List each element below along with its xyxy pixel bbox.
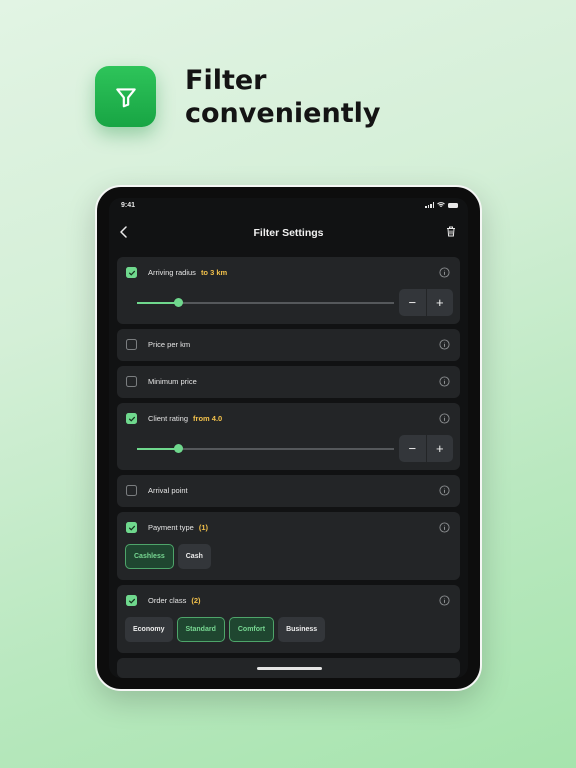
hero-title-line-2: conveniently bbox=[185, 98, 381, 129]
order-class-count: (2) bbox=[191, 596, 201, 605]
battery-icon bbox=[448, 202, 458, 208]
checkmark-icon bbox=[128, 416, 135, 422]
option-standard[interactable]: Standard bbox=[176, 617, 225, 642]
info-icon[interactable] bbox=[439, 413, 450, 424]
slider-thumb[interactable] bbox=[173, 444, 183, 453]
wifi-icon bbox=[437, 202, 445, 207]
info-icon[interactable] bbox=[439, 339, 450, 350]
arrival-point-checkbox[interactable] bbox=[126, 485, 137, 496]
info-icon[interactable] bbox=[439, 595, 450, 606]
client-rating-label: Client rating bbox=[148, 414, 189, 423]
navigation-bar: Filter Settings bbox=[109, 214, 468, 250]
info-icon[interactable] bbox=[439, 522, 450, 533]
option-business[interactable]: Business bbox=[278, 617, 326, 642]
hero-title: Filter conveniently bbox=[185, 64, 445, 130]
arrival-point-label: Arrival point bbox=[148, 486, 188, 495]
payment-type-label: Payment type bbox=[148, 523, 194, 532]
checkmark-icon bbox=[128, 525, 135, 531]
payment-type-count: (1) bbox=[198, 523, 209, 532]
filter-list: Arriving radius to 3 km − + Price per km… bbox=[117, 257, 460, 678]
option-comfort[interactable]: Comfort bbox=[228, 617, 275, 642]
home-indicator bbox=[257, 667, 322, 670]
filter-arrival-point[interactable]: Arrival point bbox=[117, 475, 460, 507]
filter-client-rating: Client rating from 4.0 − + bbox=[117, 403, 460, 470]
status-time: 9:41 bbox=[121, 202, 136, 209]
arriving-radius-checkbox[interactable] bbox=[126, 267, 137, 278]
client-rating-checkbox[interactable] bbox=[126, 413, 137, 424]
filter-price-per-km[interactable]: Price per km bbox=[117, 329, 460, 361]
price-per-km-checkbox[interactable] bbox=[126, 339, 137, 350]
filter-minimum-price[interactable]: Minimum price bbox=[117, 366, 460, 398]
price-per-km-label: Price per km bbox=[148, 340, 191, 349]
tablet-frame: 9:41 Filter Settings Arriving radius to … bbox=[95, 185, 482, 691]
client-rating-value: from 4.0 bbox=[193, 414, 223, 423]
filter-funnel-icon bbox=[115, 87, 136, 107]
minimum-price-label: Minimum price bbox=[148, 377, 197, 386]
increase-button[interactable]: + bbox=[427, 289, 454, 316]
payment-type-options: Cashless Cash bbox=[117, 544, 460, 580]
status-bar: 9:41 bbox=[109, 198, 468, 214]
checkmark-icon bbox=[128, 270, 135, 276]
arriving-radius-stepper: − + bbox=[399, 289, 453, 316]
decrease-button[interactable]: − bbox=[399, 435, 426, 462]
client-rating-slider[interactable] bbox=[137, 444, 394, 453]
option-cash[interactable]: Cash bbox=[177, 544, 211, 569]
arriving-radius-label: Arriving radius bbox=[148, 268, 196, 277]
arriving-radius-value: to 3 km bbox=[200, 268, 228, 277]
hero-title-line-1: Filter bbox=[185, 65, 267, 96]
filter-payment-type: Payment type (1) Cashless Cash bbox=[117, 512, 460, 580]
page-title: Filter Settings bbox=[253, 227, 324, 239]
trash-icon[interactable] bbox=[446, 226, 456, 237]
filter-arriving-radius: Arriving radius to 3 km − + bbox=[117, 257, 460, 324]
cellular-signal-icon bbox=[425, 202, 434, 208]
checkmark-icon bbox=[128, 598, 135, 604]
increase-button[interactable]: + bbox=[427, 435, 454, 462]
payment-type-checkbox[interactable] bbox=[126, 522, 137, 533]
minimum-price-checkbox[interactable] bbox=[126, 376, 137, 387]
arriving-radius-slider[interactable] bbox=[137, 298, 394, 307]
order-class-options: Economy Standard Comfort Business bbox=[117, 617, 460, 653]
app-icon bbox=[95, 66, 156, 127]
option-economy[interactable]: Economy bbox=[125, 617, 173, 642]
info-icon[interactable] bbox=[439, 267, 450, 278]
app-screen: 9:41 Filter Settings Arriving radius to … bbox=[109, 198, 468, 678]
decrease-button[interactable]: − bbox=[399, 289, 426, 316]
order-class-label: Order class bbox=[148, 596, 187, 605]
info-icon[interactable] bbox=[439, 485, 450, 496]
filter-order-class: Order class (2) Economy Standard Comfort … bbox=[117, 585, 460, 653]
order-class-checkbox[interactable] bbox=[126, 595, 137, 606]
option-cashless[interactable]: Cashless bbox=[125, 544, 174, 569]
client-rating-stepper: − + bbox=[399, 435, 453, 462]
info-icon[interactable] bbox=[439, 376, 450, 387]
slider-thumb[interactable] bbox=[173, 298, 183, 307]
